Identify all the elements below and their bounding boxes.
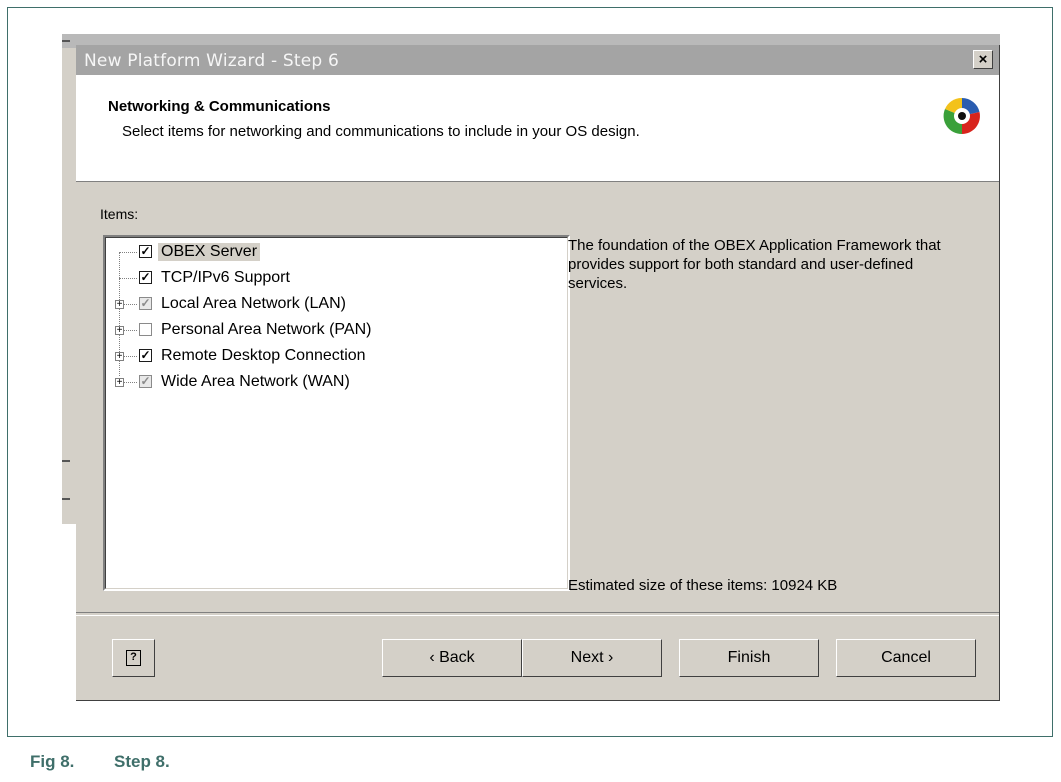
close-button[interactable]: × bbox=[973, 50, 993, 69]
tree-connector bbox=[119, 278, 137, 279]
items-label: Items: bbox=[100, 206, 139, 222]
expand-icon[interactable]: + bbox=[115, 378, 124, 388]
figure-number: Fig 8. bbox=[30, 752, 75, 771]
expand-icon[interactable]: + bbox=[115, 300, 124, 310]
title-bar[interactable]: New Platform Wizard - Step 6 × bbox=[76, 45, 999, 75]
tree-item-label: Wide Area Network (WAN) bbox=[161, 373, 350, 390]
tree-item[interactable]: + ✓ Wide Area Network (WAN) bbox=[106, 370, 567, 394]
checkbox[interactable]: ✓ bbox=[139, 245, 152, 258]
background-tick bbox=[62, 40, 70, 42]
tree-item[interactable]: + ✓ Local Area Network (LAN) bbox=[106, 292, 567, 316]
close-icon: × bbox=[978, 51, 988, 68]
items-tree-inner: ✓ OBEX Server ✓ TCP/IPv6 Support + ✓ Loc… bbox=[105, 237, 568, 589]
tree-item-label: TCP/IPv6 Support bbox=[161, 269, 290, 286]
tree-item-label: Local Area Network (LAN) bbox=[161, 295, 346, 312]
page-title: Networking & Communications bbox=[108, 98, 331, 115]
tree-item[interactable]: + Personal Area Network (PAN) bbox=[106, 318, 567, 342]
items-tree[interactable]: ✓ OBEX Server ✓ TCP/IPv6 Support + ✓ Loc… bbox=[103, 235, 570, 591]
background-tick bbox=[62, 460, 70, 462]
background-tick bbox=[62, 498, 70, 500]
figure-caption: Fig 8. Step 8. bbox=[30, 752, 170, 772]
estimated-size: Estimated size of these items: 10924 KB bbox=[568, 577, 838, 594]
checkbox[interactable]: ✓ bbox=[139, 375, 152, 388]
tree-item-label: Personal Area Network (PAN) bbox=[161, 321, 372, 338]
tree-item[interactable]: ✓ TCP/IPv6 Support bbox=[106, 266, 567, 290]
checkbox[interactable]: ✓ bbox=[139, 349, 152, 362]
page-subtitle: Select items for networking and communic… bbox=[122, 123, 640, 140]
wizard-dialog: New Platform Wizard - Step 6 × Networkin… bbox=[76, 45, 1000, 701]
tree-item[interactable]: ✓ OBEX Server bbox=[106, 240, 567, 264]
tree-item[interactable]: + ✓ Remote Desktop Connection bbox=[106, 344, 567, 368]
expand-icon[interactable]: + bbox=[115, 326, 124, 336]
tree-connector bbox=[124, 356, 137, 357]
tree-item-label: Remote Desktop Connection bbox=[161, 347, 366, 364]
wizard-logo-icon bbox=[943, 97, 980, 135]
checkbox[interactable]: ✓ bbox=[139, 297, 152, 310]
tree-item-label: OBEX Server bbox=[158, 243, 261, 261]
figure-title: Step 8. bbox=[114, 752, 170, 771]
finish-button[interactable]: Finish bbox=[679, 639, 819, 677]
next-button[interactable]: Next › bbox=[522, 639, 662, 677]
checkbox[interactable] bbox=[139, 323, 152, 336]
help-button[interactable]: ? bbox=[112, 639, 155, 677]
expand-icon[interactable]: + bbox=[115, 352, 124, 362]
tree-connector bbox=[124, 304, 137, 305]
cancel-button[interactable]: Cancel bbox=[836, 639, 976, 677]
item-description: The foundation of the OBEX Application F… bbox=[568, 237, 941, 292]
tree-connector bbox=[124, 330, 137, 331]
tree-connector bbox=[119, 252, 137, 253]
tree-connector bbox=[124, 382, 137, 383]
window-title: New Platform Wizard - Step 6 bbox=[84, 51, 340, 71]
help-icon: ? bbox=[126, 649, 141, 666]
separator bbox=[76, 612, 999, 616]
checkbox[interactable]: ✓ bbox=[139, 271, 152, 284]
wizard-header: Networking & Communications Select items… bbox=[76, 75, 999, 182]
back-button[interactable]: ‹ Back bbox=[382, 639, 522, 677]
